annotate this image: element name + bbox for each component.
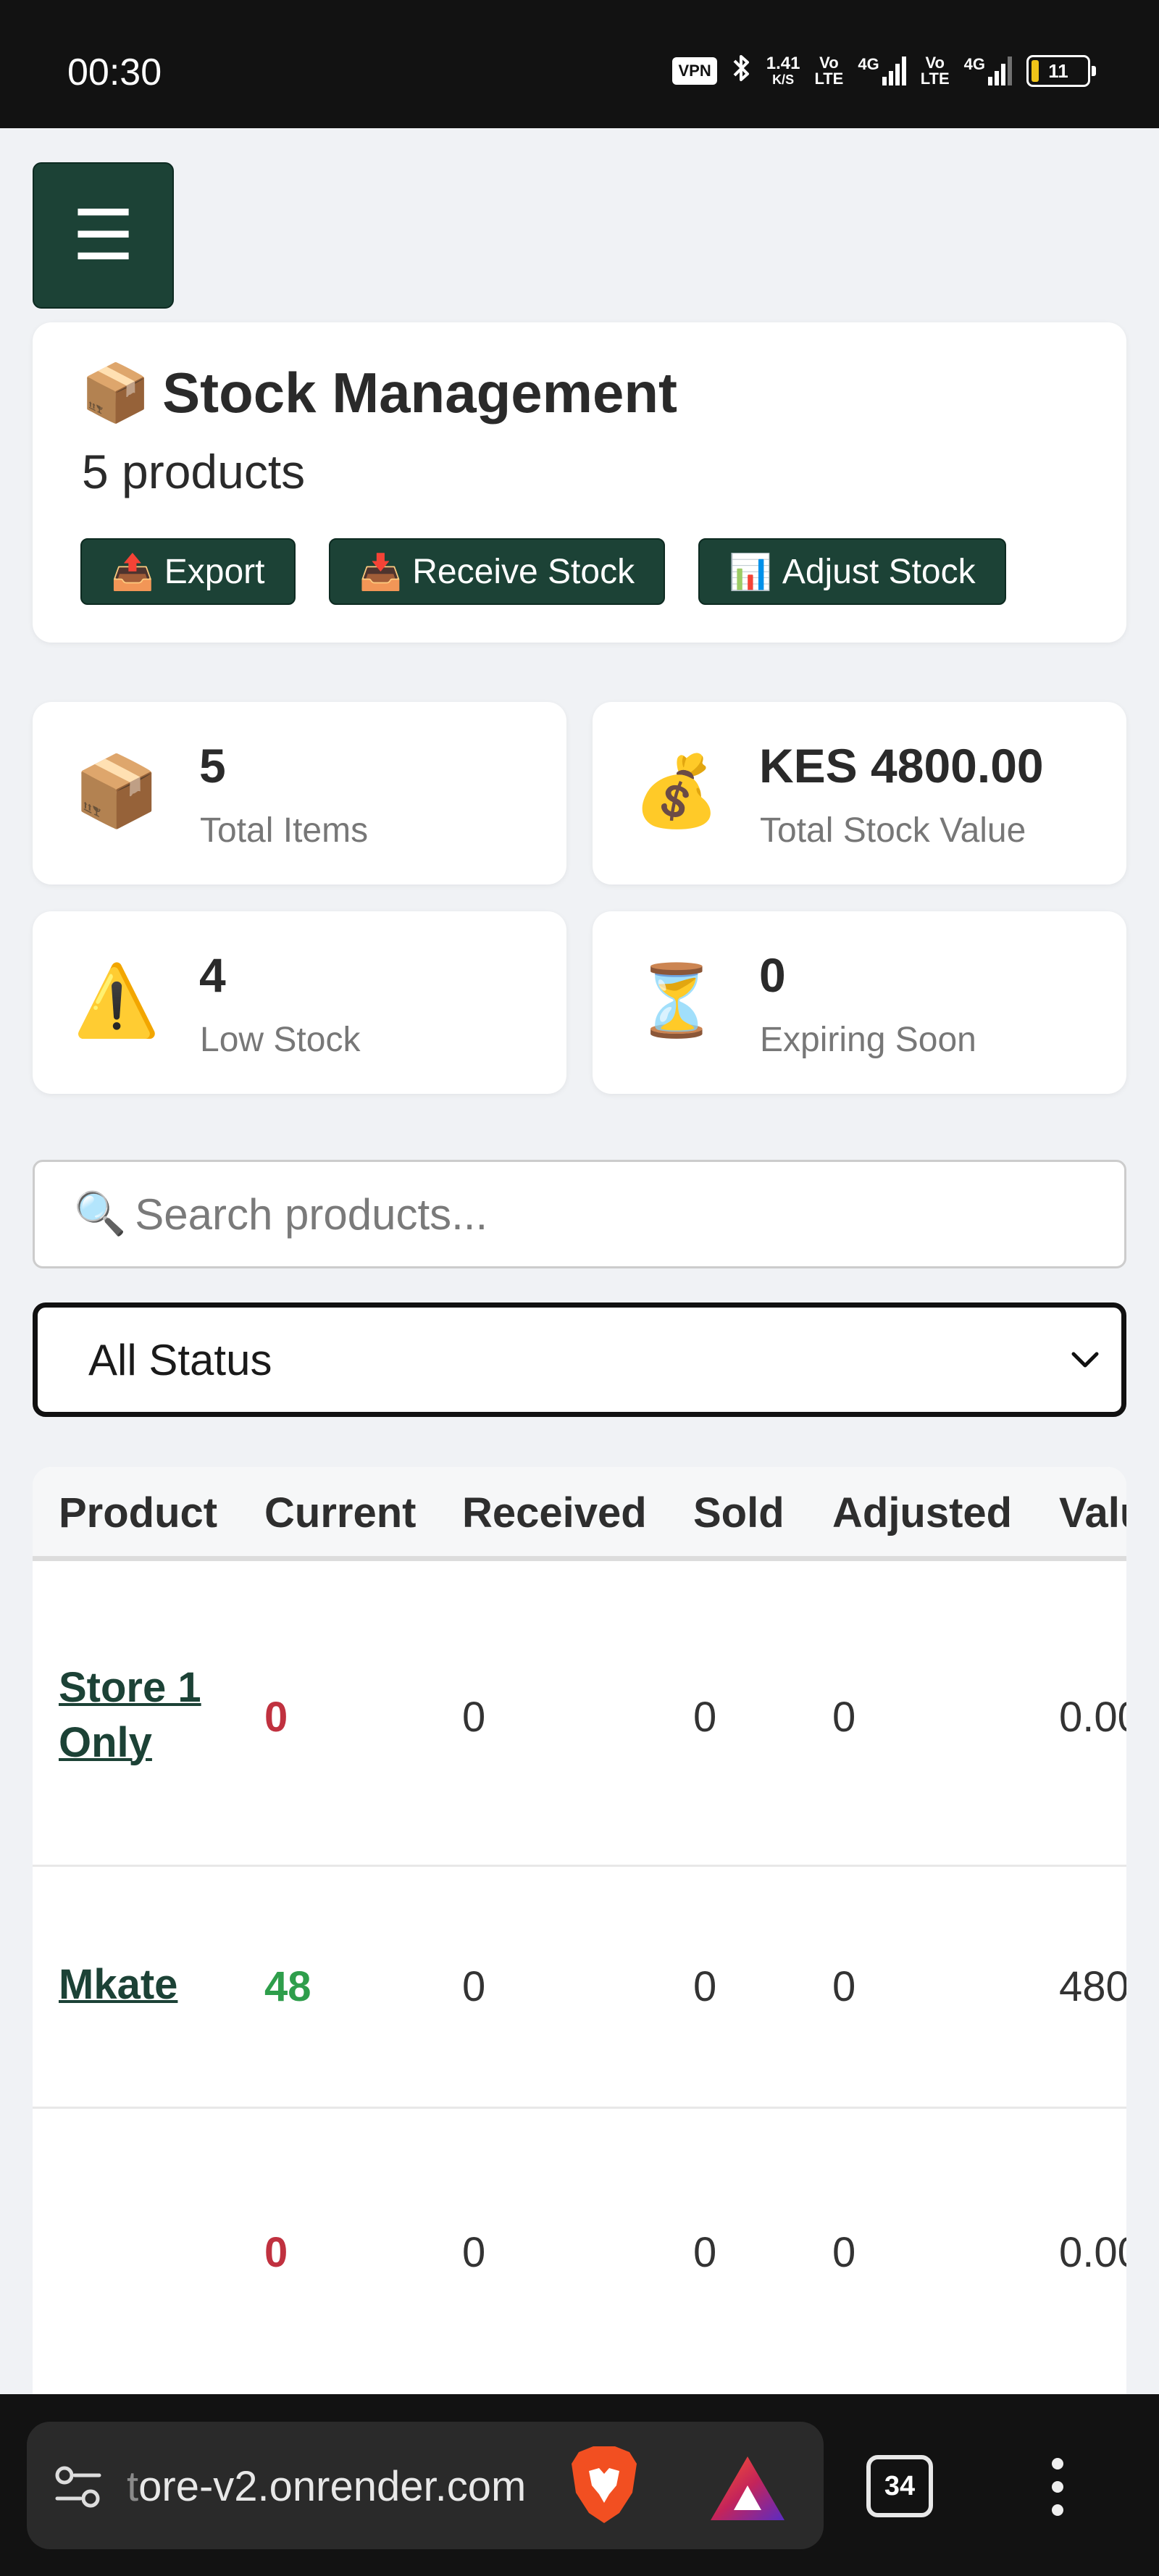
package-icon: 📦	[80, 361, 151, 425]
product-link[interactable]: Store 1 Only	[59, 1660, 233, 1770]
stat-label: Total Items	[200, 811, 369, 850]
adjusted-qty: 0	[832, 2229, 856, 2276]
page-title: 📦 Stock Management	[80, 361, 677, 425]
received-qty: 0	[462, 2229, 486, 2276]
volte-label-1: Vo LTE	[814, 54, 844, 88]
stat-value: 0	[759, 948, 786, 1002]
chevron-down-icon	[1071, 1352, 1099, 1368]
column-header-adjusted[interactable]: Adjusted	[832, 1489, 1012, 1537]
signal-bars-icon	[882, 57, 906, 85]
column-header-sold[interactable]: Sold	[693, 1489, 784, 1537]
inbox-icon: 📥	[359, 553, 403, 592]
adjusted-qty: 0	[832, 1963, 856, 2010]
column-header-received[interactable]: Received	[462, 1489, 647, 1537]
table-row: Store 1 Only 0 0 0 0 0.00	[33, 1566, 1126, 1867]
export-button[interactable]: 📤 Export	[80, 538, 296, 605]
stat-value: KES 4800.00	[759, 739, 1044, 793]
signal-4g-1: 4G	[858, 57, 906, 85]
money-bag-icon: 💰	[633, 753, 720, 830]
stat-low-stock: ⚠️ 4 Low Stock	[33, 911, 566, 1094]
bluetooth-icon	[732, 52, 752, 90]
more-options-icon[interactable]	[1043, 2451, 1072, 2523]
signal-4g-2: 4G	[964, 57, 1012, 85]
address-bar[interactable]: tore-v2.onrender.com	[27, 2422, 824, 2549]
tab-switcher-button[interactable]: 34	[866, 2455, 933, 2517]
network-speed: 1.41 K/S	[766, 54, 800, 88]
search-input[interactable]	[135, 1189, 1124, 1239]
signal-bars-icon	[988, 57, 1012, 85]
sold-qty: 0	[693, 1963, 717, 2010]
column-header-value[interactable]: Valu	[1059, 1489, 1126, 1537]
stock-value: 0.00	[1059, 2229, 1126, 2276]
site-settings-icon[interactable]	[53, 2464, 104, 2510]
column-header-product[interactable]: Product	[59, 1489, 217, 1537]
stat-label: Expiring Soon	[760, 1021, 976, 1059]
sold-qty: 0	[693, 1694, 717, 1741]
current-stock: 48	[264, 1963, 311, 2010]
hamburger-menu-icon[interactable]: ☰	[33, 162, 174, 309]
warning-icon: ⚠️	[73, 962, 160, 1040]
current-stock: 0	[264, 1694, 288, 1741]
brave-rewards-icon[interactable]	[708, 2454, 787, 2523]
status-icons: VPN 1.41 K/S Vo LTE 4G Vo LTE 4G 11	[672, 52, 1096, 90]
browser-toolbar: tore-v2.onrender.com 34	[0, 2394, 1159, 2576]
status-time: 00:30	[67, 51, 162, 93]
stat-total-stock-value: 💰 KES 4800.00 Total Stock Value	[593, 702, 1126, 885]
stock-value: 480	[1059, 1963, 1126, 2010]
adjusted-qty: 0	[832, 1694, 856, 1741]
current-stock: 0	[264, 2229, 288, 2276]
stat-label: Low Stock	[200, 1021, 361, 1059]
adjust-stock-button[interactable]: 📊 Adjust Stock	[698, 538, 1006, 605]
brave-shields-icon[interactable]	[564, 2442, 644, 2527]
product-link[interactable]: Mkate	[59, 1957, 233, 2012]
receive-stock-button[interactable]: 📥 Receive Stock	[328, 538, 666, 605]
status-bar: 00:30 VPN 1.41 K/S Vo LTE 4G Vo LTE 4G 1…	[0, 0, 1159, 128]
received-qty: 0	[462, 1963, 486, 2010]
volte-label-2: Vo LTE	[920, 54, 950, 88]
battery-icon: 11	[1026, 55, 1096, 87]
package-icon: 📦	[73, 753, 160, 830]
stock-table: Product Current Received Sold Adjusted V…	[33, 1467, 1126, 2401]
hourglass-icon: ⏳	[633, 962, 720, 1040]
vpn-icon: VPN	[672, 57, 717, 85]
table-header: Product Current Received Sold Adjusted V…	[33, 1467, 1126, 1561]
stat-value: 4	[199, 948, 226, 1002]
status-filter-select[interactable]: All Status	[33, 1302, 1126, 1417]
search-box[interactable]: 🔍	[33, 1160, 1126, 1268]
stat-value: 5	[199, 739, 226, 793]
bar-chart-icon: 📊	[729, 553, 772, 592]
stock-value: 0.00	[1059, 1694, 1126, 1741]
stat-expiring-soon: ⏳ 0 Expiring Soon	[593, 911, 1126, 1094]
sold-qty: 0	[693, 2229, 717, 2276]
stat-label: Total Stock Value	[760, 811, 1026, 850]
header-card: 📦 Stock Management 5 products 📤 Export 📥 …	[33, 322, 1126, 643]
table-row: Mkate 48 0 0 0 480	[33, 1867, 1126, 2109]
column-header-current[interactable]: Current	[264, 1489, 416, 1537]
table-row: 0 0 0 0 0.00	[33, 2109, 1126, 2396]
search-icon: 🔍	[74, 1190, 127, 1237]
stat-total-items: 📦 5 Total Items	[33, 702, 566, 885]
action-buttons: 📤 Export 📥 Receive Stock 📊 Adjust Stock	[80, 538, 1006, 605]
product-count: 5 products	[82, 445, 306, 498]
outbox-icon: 📤	[111, 553, 154, 592]
status-filter-value: All Status	[88, 1335, 272, 1384]
url-text[interactable]: tore-v2.onrender.com	[127, 2462, 526, 2511]
received-qty: 0	[462, 1694, 486, 1741]
